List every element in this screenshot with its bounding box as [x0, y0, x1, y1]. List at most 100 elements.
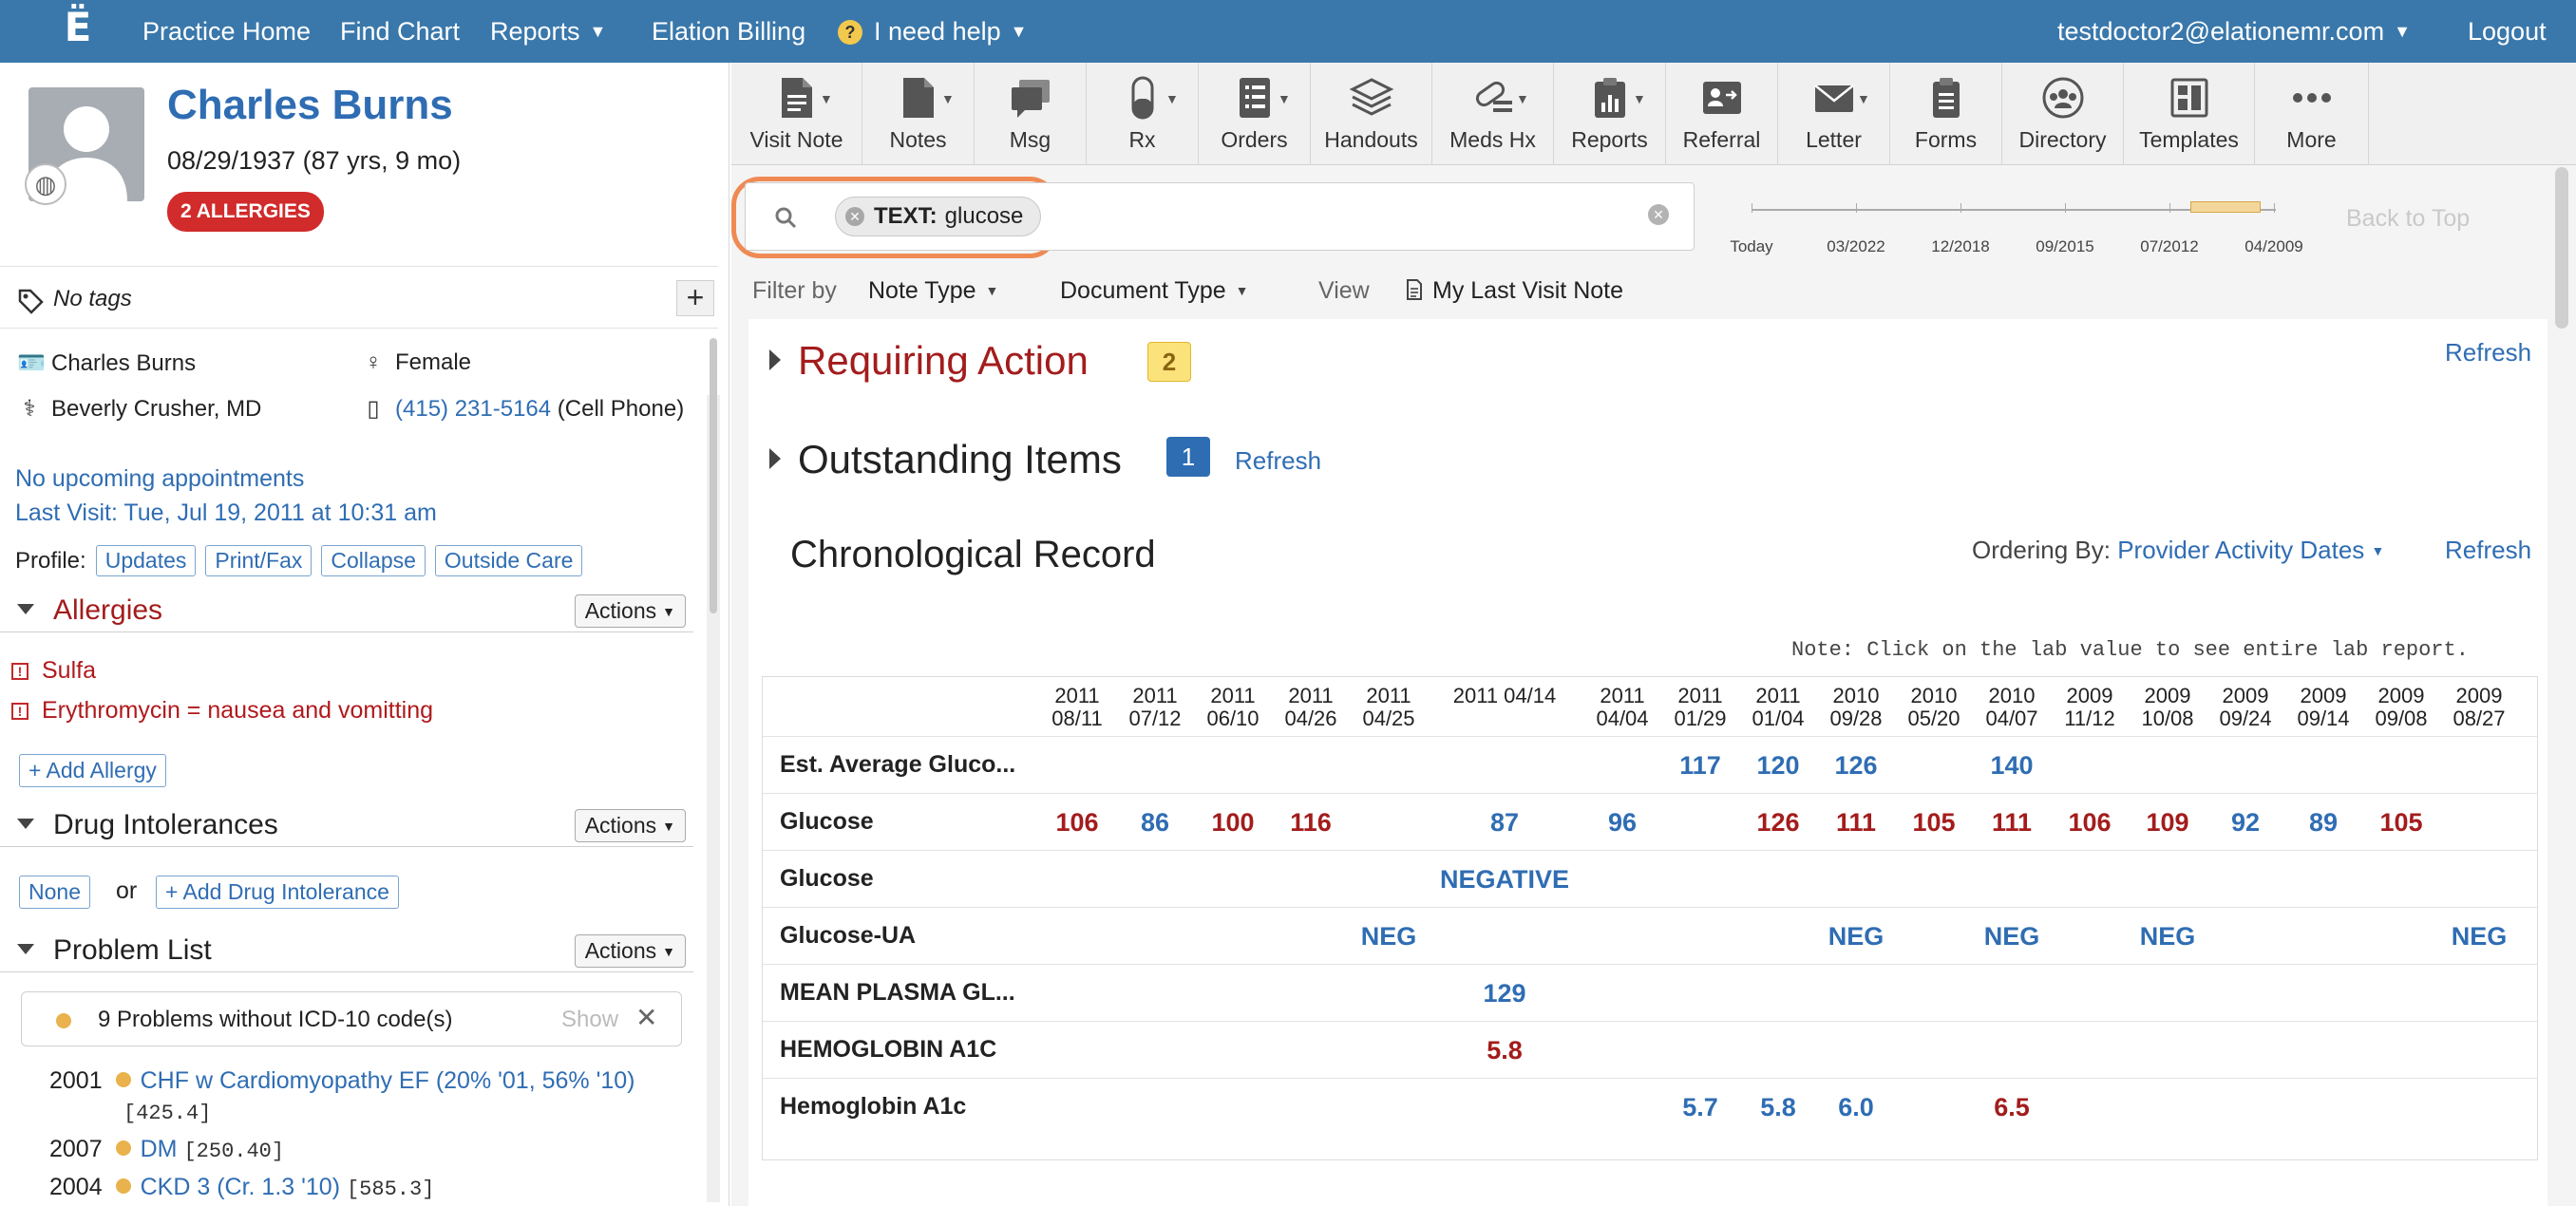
problem-item[interactable]: 2007 DM [250.40]: [49, 1136, 284, 1163]
toolbar-msg-button[interactable]: Msg: [975, 63, 1087, 165]
outstanding-items-refresh[interactable]: Refresh: [1235, 446, 1321, 476]
add-intolerance-button[interactable]: + Add Drug Intolerance: [156, 876, 399, 909]
globe-icon[interactable]: ◍: [25, 163, 66, 205]
timeline-label[interactable]: Today: [1730, 237, 1772, 256]
lab-value[interactable]: 105: [2362, 808, 2440, 838]
close-icon[interactable]: ✕: [635, 1002, 657, 1033]
lab-value[interactable]: 6.0: [1817, 1093, 1895, 1122]
lab-value[interactable]: 117: [1661, 751, 1739, 781]
last-visit-note-link[interactable]: My Last Visit Note: [1406, 277, 1623, 305]
user-menu[interactable]: testdoctor2@elationemr.com ▼: [2057, 0, 2411, 63]
intolerances-actions-button[interactable]: Actions ▼: [574, 809, 686, 842]
nav-help[interactable]: ? I need help ▼: [838, 0, 1027, 63]
expand-outstanding-items-icon[interactable]: [769, 448, 781, 469]
lab-value[interactable]: 92: [2207, 808, 2284, 838]
last-visit-link[interactable]: Last Visit: Tue, Jul 19, 2011 at 10:31 a…: [15, 499, 437, 527]
back-to-top-link[interactable]: Back to Top: [2346, 205, 2470, 233]
toolbar-forms-button[interactable]: Forms: [1890, 63, 2002, 165]
document-type-filter[interactable]: Document Type ▼: [1060, 277, 1249, 305]
toolbar-meds-hx-button[interactable]: ▼ Meds Hx: [1432, 63, 1554, 165]
no-intolerance-button[interactable]: None: [19, 876, 90, 909]
add-allergy-button[interactable]: + Add Allergy: [19, 754, 166, 787]
search-filter-chip[interactable]: ✕ TEXT: glucose: [835, 197, 1042, 236]
problems-actions-button[interactable]: Actions ▼: [574, 934, 686, 968]
chart-search-field[interactable]: ✕ TEXT: glucose ✕: [745, 182, 1695, 251]
toolbar-rx-button[interactable]: ▼ Rx: [1087, 63, 1199, 165]
problem-item[interactable]: 2001 CHF w Cardiomyopathy EF (20% '01, 56…: [49, 1067, 635, 1095]
lab-value[interactable]: 111: [1817, 808, 1895, 838]
lab-value[interactable]: 87: [1466, 808, 1544, 838]
timeline-label[interactable]: 03/2022: [1827, 237, 1885, 256]
page-scrollbar[interactable]: [2555, 167, 2568, 329]
lab-value[interactable]: NEG: [2440, 922, 2518, 952]
toolbar-notes-button[interactable]: ▼ Notes: [862, 63, 975, 165]
expand-requiring-action-icon[interactable]: [769, 349, 781, 370]
clear-search-icon[interactable]: ✕: [1648, 204, 1669, 225]
toolbar-more-button[interactable]: More: [2255, 63, 2369, 165]
note-type-filter[interactable]: Note Type ▼: [868, 277, 998, 305]
nav-practice-home[interactable]: Practice Home: [142, 0, 311, 63]
logout-link[interactable]: Logout: [2468, 0, 2547, 63]
profile-print-fax-button[interactable]: Print/Fax: [205, 545, 313, 576]
lab-value[interactable]: 86: [1116, 808, 1194, 838]
lab-value[interactable]: 111: [1973, 808, 2051, 838]
nav-elation-billing[interactable]: Elation Billing: [652, 0, 805, 63]
lab-value[interactable]: 106: [2051, 808, 2129, 838]
lab-value[interactable]: NEGATIVE: [1429, 865, 1581, 895]
lab-value[interactable]: NEG: [2129, 922, 2207, 952]
profile-collapse-button[interactable]: Collapse: [321, 545, 426, 576]
toolbar-directory-button[interactable]: Directory: [2002, 63, 2124, 165]
ordering-dropdown[interactable]: Provider Activity Dates ▼: [2117, 536, 2384, 564]
lab-value[interactable]: 106: [1038, 808, 1116, 838]
problem-item[interactable]: 2004 CKD 3 (Cr. 1.3 '10) [585.3]: [49, 1174, 434, 1201]
remove-chip-icon[interactable]: ✕: [845, 207, 864, 226]
lab-value[interactable]: 129: [1466, 979, 1544, 1008]
timeline-label[interactable]: 09/2015: [2036, 237, 2093, 256]
timeline-label[interactable]: 07/2012: [2140, 237, 2198, 256]
allergy-item[interactable]: ! Sulfa: [11, 657, 96, 685]
outstanding-items-title[interactable]: Outstanding Items: [798, 437, 1122, 482]
lab-value[interactable]: 116: [1272, 808, 1350, 838]
toolbar-letter-button[interactable]: ▼ Letter: [1778, 63, 1890, 165]
allergies-actions-button[interactable]: Actions ▼: [574, 594, 686, 628]
lab-value[interactable]: 126: [1739, 808, 1817, 838]
patient-name[interactable]: Charles Burns: [167, 82, 453, 129]
profile-updates-button[interactable]: Updates: [95, 545, 197, 576]
requiring-action-refresh[interactable]: Refresh: [2445, 338, 2531, 367]
add-tag-button[interactable]: +: [676, 280, 714, 316]
profile-outside-care-button[interactable]: Outside Care: [434, 545, 583, 576]
lab-value[interactable]: 5.8: [1739, 1093, 1817, 1122]
allergy-item[interactable]: ! Erythromycin = nausea and vomitting: [11, 697, 433, 725]
lab-value[interactable]: 126: [1817, 751, 1895, 781]
lab-value[interactable]: NEG: [1973, 922, 2051, 952]
collapse-toggle-icon[interactable]: [17, 819, 34, 829]
phone-link[interactable]: (415) 231-5164: [395, 396, 551, 422]
elation-logo[interactable]: Ë: [40, 0, 116, 65]
lab-value[interactable]: 105: [1895, 808, 1973, 838]
collapse-toggle-icon[interactable]: [17, 944, 34, 954]
problem-label[interactable]: DM: [141, 1136, 178, 1162]
chronological-refresh[interactable]: Refresh: [2445, 536, 2531, 565]
lab-value[interactable]: 5.7: [1661, 1093, 1739, 1122]
timeline-label[interactable]: 12/2018: [1931, 237, 1989, 256]
lab-value[interactable]: 89: [2284, 808, 2362, 838]
lab-value[interactable]: 6.5: [1973, 1093, 2051, 1122]
nav-reports[interactable]: Reports ▼: [490, 0, 606, 63]
lab-value[interactable]: 140: [1973, 751, 2051, 781]
problem-label[interactable]: CHF w Cardiomyopathy EF (20% '01, 56% '1…: [141, 1067, 635, 1094]
appointments-link[interactable]: No upcoming appointments: [15, 465, 304, 493]
requiring-action-title[interactable]: Requiring Action: [798, 338, 1089, 384]
lab-value[interactable]: NEG: [1817, 922, 1895, 952]
lab-value[interactable]: 109: [2129, 808, 2207, 838]
nav-find-chart[interactable]: Find Chart: [340, 0, 460, 63]
lab-value[interactable]: NEG: [1350, 922, 1428, 952]
lab-value[interactable]: 100: [1194, 808, 1272, 838]
toolbar-templates-button[interactable]: Templates: [2124, 63, 2255, 165]
lab-value[interactable]: 120: [1739, 751, 1817, 781]
toolbar-handouts-button[interactable]: Handouts: [1311, 63, 1432, 165]
timeline-label[interactable]: 04/2009: [2245, 237, 2302, 256]
toolbar-orders-button[interactable]: ▼ Orders: [1199, 63, 1311, 165]
icd-show-link[interactable]: Show: [561, 1007, 618, 1033]
collapse-toggle-icon[interactable]: [17, 604, 34, 614]
sidebar-scrollbar-thumb[interactable]: [710, 338, 717, 613]
